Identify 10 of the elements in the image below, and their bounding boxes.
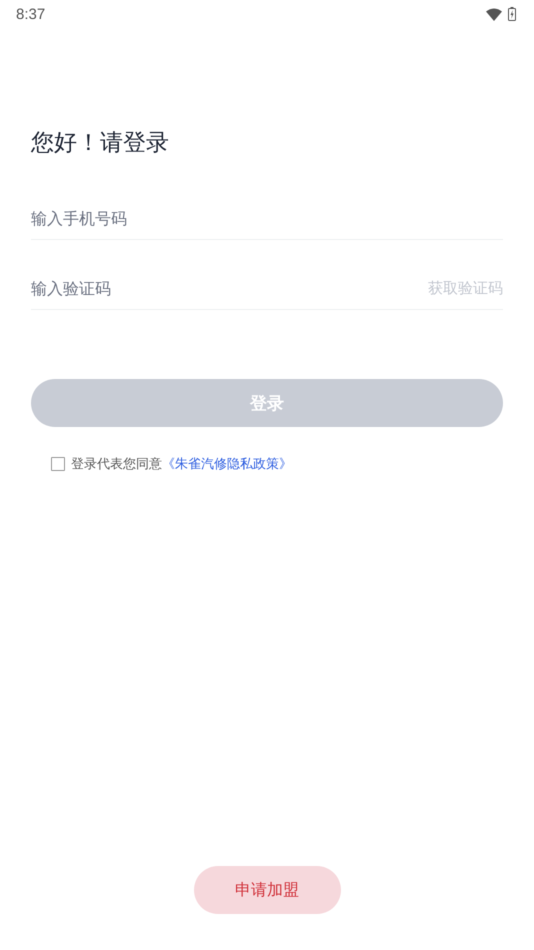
agreement-text: 登录代表您同意《朱雀汽修隐私政策》 bbox=[71, 456, 292, 473]
privacy-policy-link[interactable]: 《朱雀汽修隐私政策》 bbox=[162, 457, 292, 472]
agree-checkbox[interactable] bbox=[51, 457, 65, 471]
wifi-icon bbox=[486, 8, 502, 20]
join-button[interactable]: 申请加盟 bbox=[194, 866, 340, 914]
status-time: 8:37 bbox=[16, 6, 46, 22]
page-title: 您好！请登录 bbox=[31, 129, 170, 158]
phone-input-field[interactable]: 输入手机号码 bbox=[31, 208, 503, 228]
battery-icon bbox=[508, 7, 516, 21]
code-input-field[interactable]: 输入验证码 bbox=[31, 278, 428, 298]
